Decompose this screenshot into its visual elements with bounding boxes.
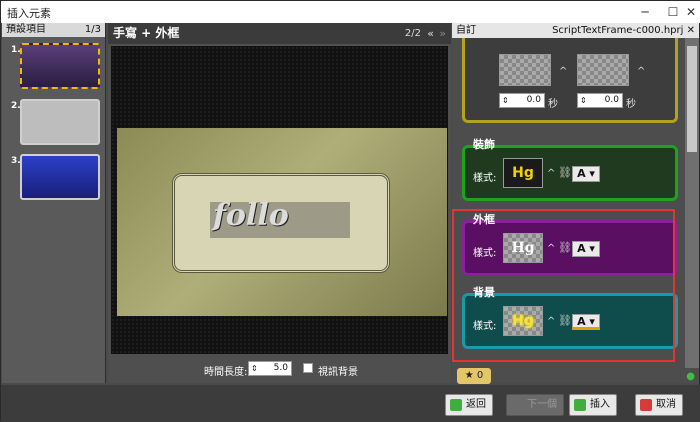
dropdown-caret-icon[interactable]: ^ [559,66,567,77]
font-color-button[interactable]: A ▾ [572,166,600,182]
cancel-icon [640,399,652,411]
insert-icon [574,399,586,411]
cancel-button[interactable]: 取消 [635,394,683,416]
dropdown-caret-icon[interactable]: ^ [547,168,555,179]
decoration-section: 裝飾 樣式: Hg ^ ⛓ A ▾ [462,138,678,201]
preview-panel: 手寫 + 外框 2/2 « » follo 時間長度: ⇕ 5.0 視訊背景 [108,23,451,383]
add-icon[interactable]: ● [686,371,695,382]
preview-image: follo [117,128,447,316]
duration-input[interactable]: ⇕ 5.0 [248,361,292,376]
preset-thumbnail-3[interactable] [20,154,100,200]
panel-close-icon[interactable]: ✕ [687,25,695,36]
preset-header-label: 預設項目 [6,24,46,35]
title-bar: 插入元素 ─ ☐ ✕ [1,1,700,23]
duration-label: 時間長度: [204,367,248,378]
back-icon [450,399,462,411]
scrollbar-thumb[interactable] [687,46,697,152]
preset-thumbnail-2[interactable] [20,99,100,145]
window-title: 插入元素 [7,7,51,20]
decoration-style-swatch[interactable]: Hg [503,158,543,188]
highlight-box [452,209,675,362]
video-background-label: 視訊背景 [318,367,358,378]
effect-section: ^ ^ ⇕ 0.0 秒 ⇕ 0.0 秒 [462,38,678,123]
effect-value-1[interactable]: ⇕ 0.0 [499,93,545,108]
favorites-tab[interactable]: ★ 0 [457,368,491,384]
preview-text: follo [213,198,289,233]
close-icon[interactable]: ✕ [677,3,700,21]
prev-page-icon[interactable]: « [427,23,434,44]
insert-button[interactable]: 插入 [569,394,617,416]
video-background-checkbox[interactable] [303,363,313,373]
preset-panel: 預設項目 1/3 1. 2. 3. [2,23,106,383]
preset-page-indicator: 1/3 [84,24,101,35]
custom-header-label: 自訂 [456,25,476,36]
preview-page: 2/2 [404,28,421,39]
duration-value: 5.0 [273,363,288,373]
effect-swatch-1[interactable] [499,54,551,86]
preset-thumbnail-1[interactable] [20,43,100,89]
spin-arrows-icon[interactable]: ⇕ [251,362,258,375]
duration-row: 時間長度: ⇕ 5.0 視訊背景 [108,359,451,379]
preset-header: 預設項目 1/3 [2,23,105,37]
back-button[interactable]: 返回 [445,394,493,416]
seconds-icon: 秒 [548,99,558,110]
minimize-icon[interactable]: ─ [631,3,659,21]
seconds-icon: 秒 [626,99,636,110]
project-name: ScriptTextFrame-c000.hprj [552,25,684,36]
preview-stage: follo [111,46,448,354]
insert-element-window: 插入元素 ─ ☐ ✕ 預設項目 1/3 1. 2. 3. 手寫 + 外框 2/2… [0,0,700,422]
effect-swatch-2[interactable] [577,54,629,86]
dropdown-caret-icon[interactable]: ^ [637,66,645,77]
custom-header: 自訂 ScriptTextFrame-c000.hprj ✕ [452,23,699,38]
bottom-bar: 返回 下一個 插入 取消 [1,385,700,422]
next-page-icon[interactable]: » [439,23,446,44]
preview-title: 手寫 + 外框 [113,26,180,40]
favorites-count: 0 [476,370,484,381]
next-button[interactable]: 下一個 [506,394,564,416]
effect-value-2[interactable]: ⇕ 0.0 [577,93,623,108]
decoration-title: 裝飾 [473,138,495,151]
decoration-style-label: 樣式: [473,173,497,184]
link-icon[interactable]: ⛓ [558,166,572,179]
custom-panel-scrollbar[interactable] [685,38,699,368]
preview-header: 手寫 + 外框 2/2 « » [108,23,451,44]
preview-frame: follo [172,173,390,273]
